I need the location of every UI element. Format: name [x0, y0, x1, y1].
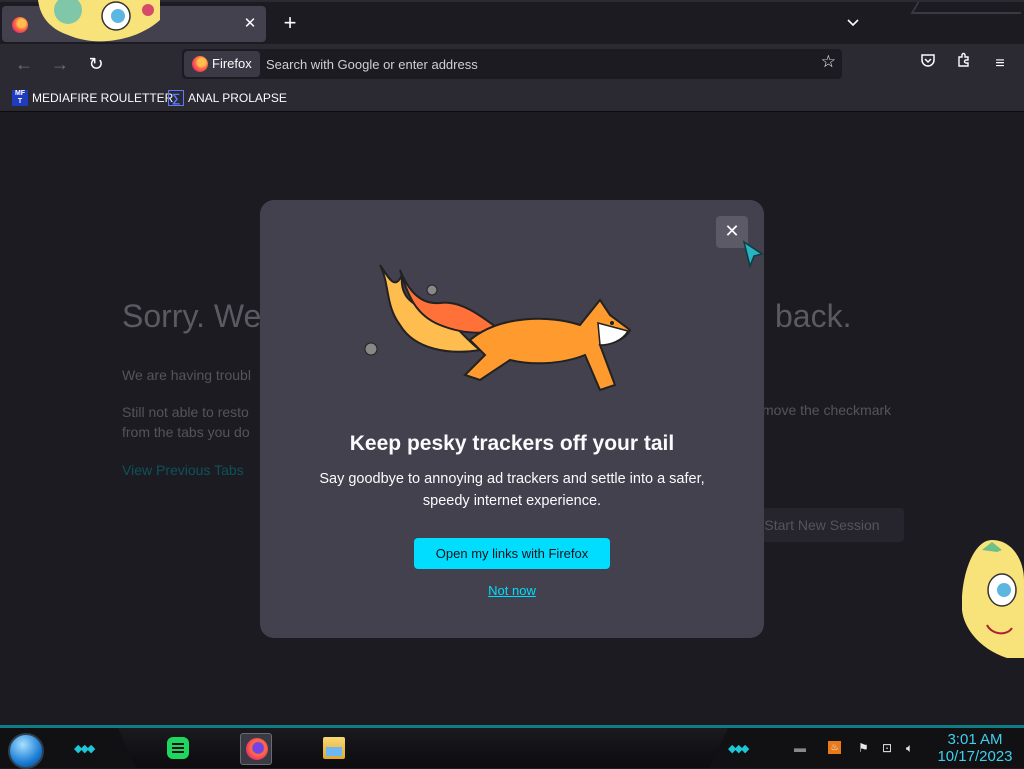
nav-toolbar: ← → ↻ Firefox ☆ ≡	[0, 44, 1024, 84]
back-button[interactable]: ←	[10, 50, 38, 78]
view-previous-tabs-link[interactable]: View Previous Tabs	[122, 462, 244, 478]
start-button[interactable]	[8, 733, 44, 769]
firefox-taskbar-button[interactable]	[240, 733, 272, 765]
window-frame-decoration	[910, 2, 1024, 14]
firefox-tab-icon	[12, 17, 28, 33]
url-bar[interactable]: Firefox ☆	[182, 49, 842, 79]
bookmark-label: ANAL PROLAPSE	[188, 91, 287, 105]
address-input[interactable]	[266, 52, 806, 76]
list-all-tabs-button[interactable]	[840, 12, 866, 34]
bookmark-item[interactable]: MF T MEDIAFIRE ROULETTER	[12, 90, 173, 108]
sigma-bookmark-icon: ∑	[168, 90, 184, 106]
taskbar-strip	[118, 728, 728, 768]
error-text-line2b: from the tabs you do	[122, 424, 250, 440]
folder-icon	[323, 737, 345, 759]
app-menu-button[interactable]: ≡	[988, 52, 1012, 76]
tray-app-icon[interactable]: ♨	[828, 741, 841, 754]
mediafire-bookmark-icon: MF T	[12, 90, 28, 106]
dialog-body: Say goodbye to annoying ad trackers and …	[300, 468, 724, 512]
forward-button[interactable]: →	[46, 50, 74, 78]
tracker-promo-dialog: ✕ Keep pesky trackers off your tail Say …	[260, 200, 764, 638]
pocket-icon	[921, 54, 935, 67]
bookmark-star-icon[interactable]: ☆	[821, 52, 836, 72]
network-icon[interactable]: ⊡	[882, 741, 892, 755]
dialog-body-line2: speedy internet experience.	[422, 493, 602, 509]
error-text-line2a: Still not able to resto	[122, 404, 249, 420]
error-text-line2: Still not able to resto from the tabs yo…	[122, 402, 272, 442]
system-clock[interactable]: 3:01 AM 10/17/2023	[930, 731, 1020, 765]
taskbar-chevrons-right: ◆◆◆	[728, 743, 749, 755]
extensions-button[interactable]	[952, 52, 976, 76]
reload-button[interactable]: ↻	[82, 50, 110, 78]
extensions-icon	[958, 52, 969, 67]
bookmark-label: MEDIAFIRE ROULETTER	[32, 91, 174, 105]
clock-time: 3:01 AM	[947, 731, 1003, 748]
new-tab-button[interactable]: +	[278, 11, 302, 35]
taskbar-chevrons-left: ◆◆◆	[74, 743, 95, 755]
spotify-taskbar-button[interactable]	[162, 733, 194, 765]
error-text-line2-right: move the checkmark	[762, 402, 892, 418]
firefox-icon	[192, 56, 208, 72]
bookmarks-toolbar: MF T MEDIAFIRE ROULETTER ∑ ANAL PROLAPSE	[0, 84, 1024, 112]
start-new-session-button[interactable]: Start New Session	[740, 508, 904, 542]
pocket-button[interactable]	[916, 52, 940, 76]
dialog-body-line1: Say goodbye to annoying ad trackers and …	[319, 471, 705, 487]
identity-box[interactable]: Firefox	[184, 51, 260, 77]
file-explorer-taskbar-button[interactable]	[318, 733, 350, 765]
open-links-with-firefox-button[interactable]: Open my links with Firefox	[414, 538, 610, 569]
spotify-icon	[167, 737, 189, 759]
running-fox-illustration	[364, 264, 632, 392]
volume-icon[interactable]: 🔈︎	[906, 741, 913, 756]
mouse-cursor-icon	[742, 240, 764, 268]
bookmark-item[interactable]: ∑ ANAL PROLAPSE	[168, 90, 287, 108]
cartoon-girl-sticker-right	[962, 540, 1024, 658]
clock-date: 10/17/2023	[937, 748, 1013, 765]
error-title-left: Sorry. We’	[122, 298, 269, 334]
identity-label: Firefox	[212, 56, 252, 71]
dialog-title: Keep pesky trackers off your tail	[349, 432, 675, 455]
tray-overflow-icon[interactable]: ▬	[794, 741, 806, 755]
cartoon-girl-sticker	[38, 0, 160, 42]
not-now-link[interactable]: Not now	[260, 583, 764, 598]
error-text-line1: We are having troubl	[122, 367, 251, 383]
action-center-flag-icon[interactable]: ⚑	[858, 741, 869, 755]
chevron-down-icon	[847, 19, 859, 27]
taskbar: ◆◆◆ ◆◆◆ ▬ ♨ ⚑ ⊡ 🔈︎ 3:01 AM 10/17/2023	[0, 725, 1024, 769]
error-title-right: back.	[775, 298, 852, 334]
firefox-icon	[246, 738, 268, 760]
tab-close-icon[interactable]: ✕	[240, 14, 260, 34]
